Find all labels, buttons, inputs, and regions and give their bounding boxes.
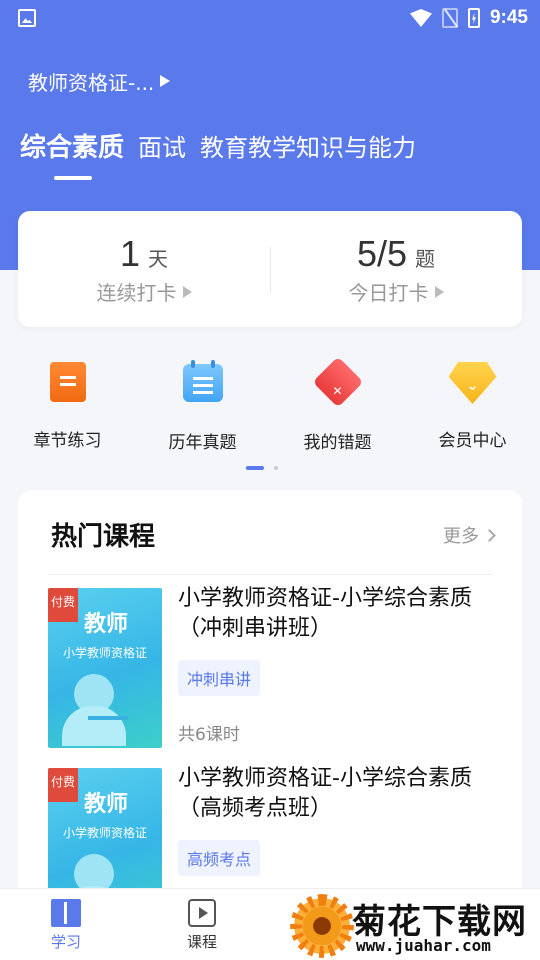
thumb-title: 教师	[84, 612, 129, 637]
quick-vip-center[interactable]: ⌄ 会员中心	[405, 356, 540, 451]
page-dot-active	[246, 466, 264, 470]
quick-label: 历年真题	[168, 433, 237, 453]
today-checkin[interactable]: 5/5 题 今日打卡	[270, 233, 522, 306]
past-exams-icon	[178, 360, 228, 414]
quick-actions: 章节练习 历年真题 ✕ 我的错题 ⌄ 会员中心	[0, 356, 540, 456]
subject-tabs: 综合素质 面试 教育教学知识与能力	[20, 130, 416, 166]
cert-selector-label: 教师资格证-...	[28, 70, 155, 95]
thumb-subtitle: 小学教师资格证	[62, 826, 147, 840]
chevron-right-icon	[483, 528, 496, 542]
battery-charging-icon	[467, 8, 480, 28]
paid-badge: 付费	[48, 768, 78, 802]
image-icon	[18, 9, 36, 27]
quick-chapter-practice[interactable]: 章节练习	[0, 356, 135, 451]
streak-label: 连续打卡	[96, 281, 177, 305]
tab-teaching-knowledge[interactable]: 教育教学知识与能力	[200, 130, 416, 166]
course-thumbnail: 付费 教师 小学教师资格证	[48, 768, 162, 888]
streak-value: 1	[119, 233, 141, 274]
course-lessons: 共6课时	[178, 725, 240, 745]
flower-logo-icon	[294, 898, 350, 954]
quick-past-exams[interactable]: 历年真题	[135, 356, 270, 453]
course-item[interactable]: 付费 教师 小学教师资格证 小学教师资格证-小学综合素质（冲刺串讲班） 冲刺串讲…	[48, 580, 492, 748]
teacher-illustration	[74, 854, 114, 888]
play-icon	[188, 899, 216, 927]
divider	[48, 574, 492, 575]
wrong-questions-icon: ✕	[312, 356, 363, 414]
caret-right-icon	[434, 285, 444, 298]
thumb-title: 教师	[84, 792, 129, 817]
chapter-practice-icon	[43, 362, 93, 412]
quick-wrong-questions[interactable]: ✕ 我的错题	[270, 356, 405, 453]
course-title: 小学教师资格证-小学综合素质（冲刺串讲班）	[178, 586, 472, 641]
vip-diamond-icon: ⌄	[448, 362, 498, 412]
course-thumbnail: 付费 教师 小学教师资格证	[48, 588, 162, 748]
streak-unit: 天	[148, 247, 169, 271]
nav-study[interactable]: 学习	[26, 899, 106, 952]
status-icons: 9:45	[409, 6, 528, 30]
streak-checkin[interactable]: 1 天 连续打卡	[18, 233, 270, 306]
page-indicator	[246, 466, 278, 470]
no-sim-icon	[441, 8, 458, 28]
caret-right-icon	[160, 75, 171, 87]
cert-selector[interactable]: 教师资格证-...	[28, 66, 171, 96]
today-unit: 题	[415, 247, 436, 271]
status-time: 9:45	[489, 7, 528, 28]
quick-label: 会员中心	[438, 431, 507, 451]
active-tab-indicator	[54, 176, 92, 180]
status-bar: 9:45	[0, 0, 540, 36]
today-value: 5/5	[356, 233, 408, 274]
nav-label: 课程	[186, 933, 217, 951]
watermark: 菊花下载网 www.juahar.com	[290, 892, 540, 960]
checkin-card: 1 天 连续打卡 5/5 题 今日打卡	[18, 211, 522, 327]
course-title: 小学教师资格证-小学综合素质（高频考点班）	[178, 766, 472, 821]
watermark-url: www.juahar.com	[356, 936, 491, 955]
course-tag: 高频考点	[178, 840, 261, 876]
page-dot	[274, 466, 278, 470]
quick-label: 我的错题	[303, 433, 372, 453]
section-title: 热门课程	[51, 522, 156, 552]
teacher-illustration-body	[62, 706, 126, 746]
today-label: 今日打卡	[348, 281, 429, 305]
nav-label: 学习	[50, 933, 81, 951]
thumb-subtitle: 小学教师资格证	[62, 646, 147, 660]
tab-comprehensive[interactable]: 综合素质	[20, 130, 124, 166]
paid-badge: 付费	[48, 588, 78, 622]
course-tag: 冲刺串讲	[178, 660, 261, 696]
nav-courses[interactable]: 课程	[162, 899, 242, 952]
quick-label: 章节练习	[33, 431, 102, 451]
tab-interview[interactable]: 面试	[138, 130, 186, 166]
more-link[interactable]: 更多	[443, 522, 496, 548]
wifi-icon	[409, 9, 432, 27]
more-label: 更多	[443, 526, 479, 547]
teacher-illustration-desk	[88, 716, 128, 720]
caret-right-icon	[182, 285, 192, 298]
hot-courses-card: 热门课程 更多 付费 教师 小学教师资格证 小学教师资格证-小学综合素质（冲刺串…	[18, 490, 522, 888]
course-item[interactable]: 付费 教师 小学教师资格证 小学教师资格证-小学综合素质（高频考点班） 高频考点	[48, 760, 492, 888]
book-icon	[51, 899, 81, 927]
